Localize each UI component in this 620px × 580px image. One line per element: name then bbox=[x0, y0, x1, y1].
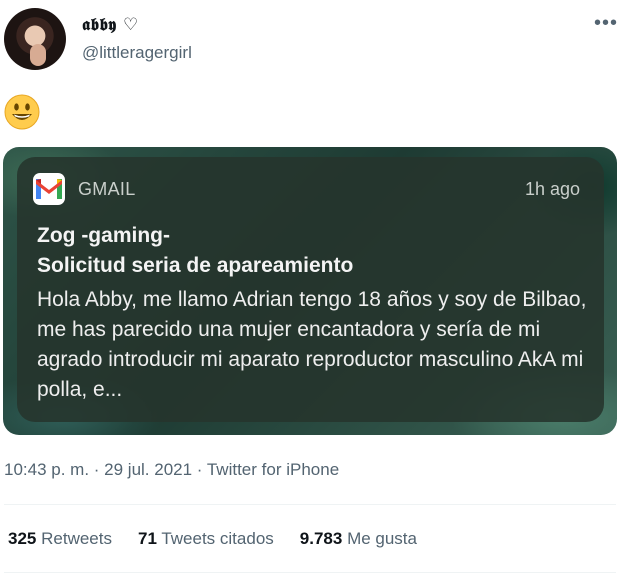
more-horizontal-icon[interactable]: ••• bbox=[594, 12, 618, 35]
gmail-icon bbox=[33, 173, 65, 205]
retweets-label: Retweets bbox=[41, 529, 112, 548]
likes-label: Me gusta bbox=[347, 529, 417, 548]
notification-time: 1h ago bbox=[524, 179, 580, 199]
tweet-stats: 325 Retweets 71 Tweets citados 9.783 Me … bbox=[8, 529, 417, 549]
quotes-count: 71 bbox=[137, 529, 157, 548]
likes-count: 9.783 bbox=[299, 529, 343, 548]
notification-body: Hola Abby, me llamo Adrian tengo 18 años… bbox=[37, 288, 587, 401]
grinning-face-emoji bbox=[4, 94, 40, 130]
quote-tweets-stat[interactable]: 71 Tweets citados bbox=[138, 529, 274, 549]
user-handle[interactable]: @littleragergirl bbox=[82, 43, 192, 63]
display-name[interactable]: 𝖆𝖇𝖇𝖞 ♡ bbox=[82, 15, 139, 35]
notification-card: GMAIL 1h ago Zog -gaming- Solicitud seri… bbox=[17, 157, 604, 422]
notification-sender: Zog -gaming- bbox=[37, 224, 170, 247]
likes-stat[interactable]: 9.783 Me gusta bbox=[300, 529, 417, 549]
avatar[interactable] bbox=[4, 8, 66, 70]
tweet-media-image[interactable]: GMAIL 1h ago Zog -gaming- Solicitud seri… bbox=[3, 147, 617, 435]
retweets-stat[interactable]: 325 Retweets bbox=[8, 529, 112, 549]
retweets-count: 325 bbox=[8, 529, 37, 548]
notification-subject: Solicitud seria de apareamiento bbox=[37, 254, 354, 277]
divider bbox=[4, 572, 616, 573]
quotes-label: Tweets citados bbox=[161, 529, 274, 548]
notification-app-name: GMAIL bbox=[78, 179, 136, 199]
tweet-timestamp[interactable]: 10:43 p. m. · 29 jul. 2021 · Twitter for… bbox=[4, 460, 339, 480]
avatar-hand bbox=[30, 44, 46, 66]
divider bbox=[4, 504, 616, 505]
